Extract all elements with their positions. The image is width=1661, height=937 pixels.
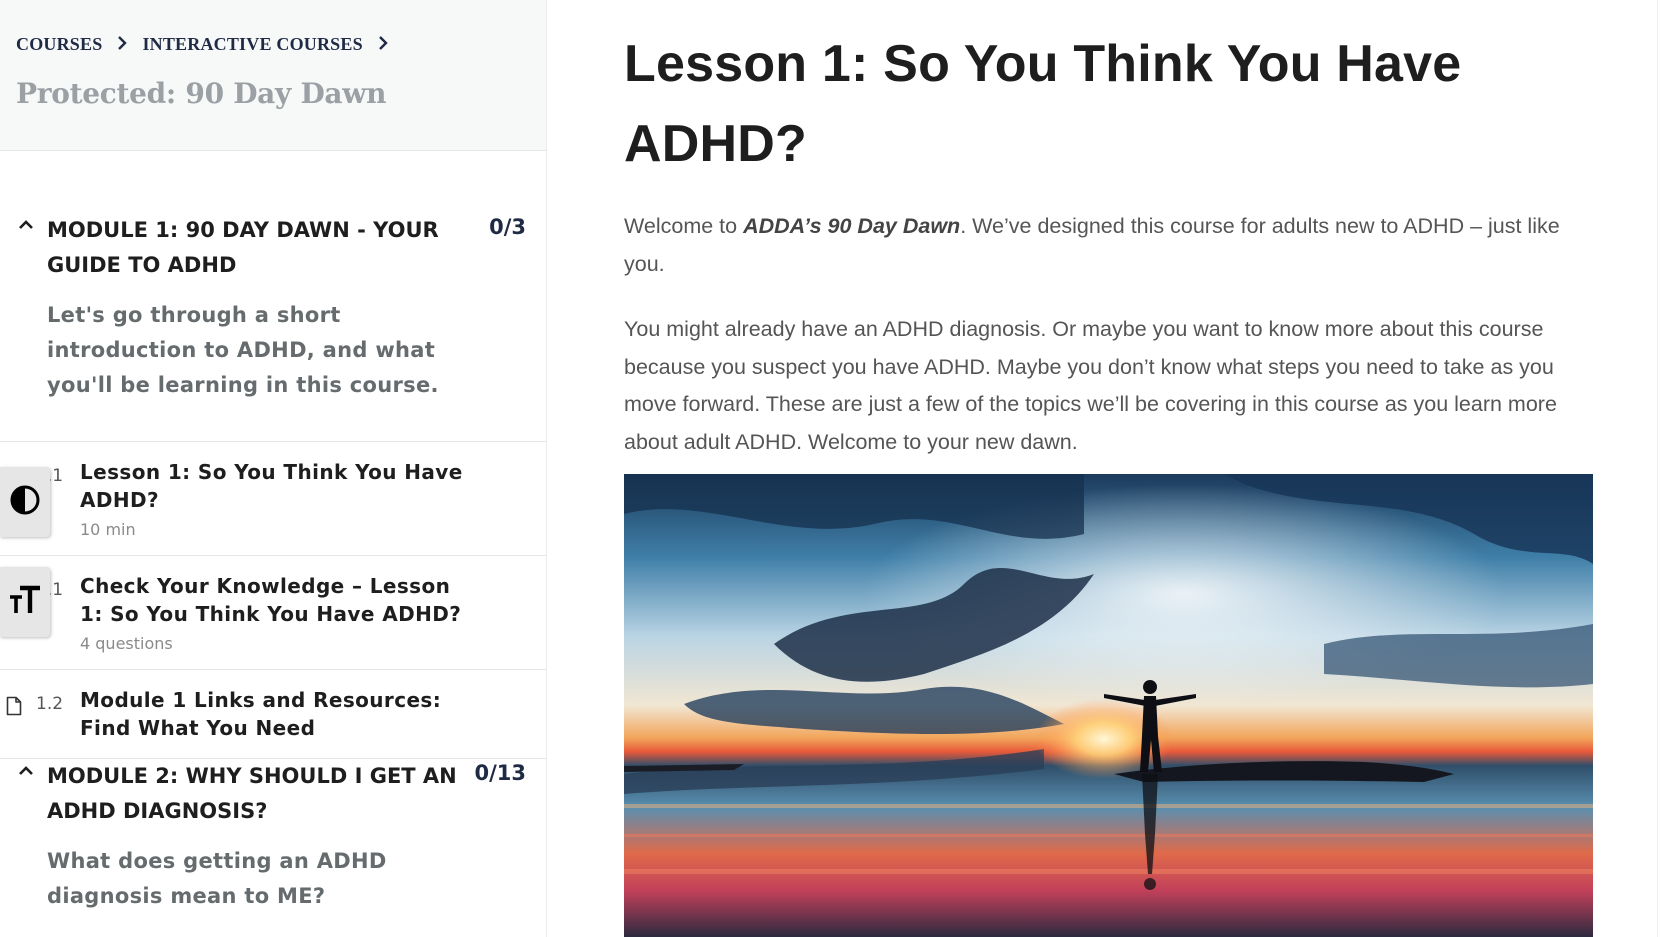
sidebar-header: COURSES INTERACTIVE COURSES Protected: 9… xyxy=(0,0,546,151)
quiz-item-1[interactable]: 1.1 Check Your Knowledge – Lesson 1: So … xyxy=(0,556,546,670)
module-title: MODULE 1: 90 DAY DAWN - YOUR GUIDE TO AD… xyxy=(47,218,439,277)
module-description: Let's go through a short introduction to… xyxy=(47,303,439,397)
lesson-content: Lesson 1: So You Think You Have ADHD? We… xyxy=(624,0,1624,937)
chevron-up-icon[interactable] xyxy=(18,763,34,779)
breadcrumb-interactive-courses-link[interactable]: INTERACTIVE COURSES xyxy=(142,34,362,55)
module-2-header[interactable]: MODULE 2: WHY SHOULD I GET AN ADHD DIAGN… xyxy=(0,759,546,829)
intro-paragraph: Welcome to ADDA’s 90 Day Dawn. We’ve des… xyxy=(624,208,1594,283)
quiz-question-count: 4 questions xyxy=(80,634,173,653)
lesson-title: Module 1 Links and Resources: Find What … xyxy=(80,688,442,740)
lesson-heading: Lesson 1: So You Think You Have ADHD? xyxy=(624,35,1462,173)
module-1-header[interactable]: MODULE 1: 90 DAY DAWN - YOUR GUIDE TO AD… xyxy=(0,213,546,283)
lesson-list: 1.1 Lesson 1: So You Think You Have ADHD… xyxy=(0,441,546,759)
module-progress-count: 0/13 xyxy=(474,761,526,785)
lesson-number: 1.2 xyxy=(36,694,64,714)
module-description: What does getting an ADHD diagnosis mean… xyxy=(47,849,387,908)
module-2: MODULE 2: WHY SHOULD I GET AN ADHD DIAGN… xyxy=(0,759,546,914)
course-sidebar: COURSES INTERACTIVE COURSES Protected: 9… xyxy=(0,0,547,937)
module-progress-count: 0/3 xyxy=(489,215,526,239)
page-divider xyxy=(1657,0,1658,937)
module-title: MODULE 2: WHY SHOULD I GET AN ADHD DIAGN… xyxy=(47,764,457,823)
module-1: MODULE 1: 90 DAY DAWN - YOUR GUIDE TO AD… xyxy=(0,151,546,759)
breadcrumb-courses-link[interactable]: COURSES xyxy=(16,34,102,55)
text-size-icon xyxy=(8,585,42,620)
document-icon xyxy=(6,696,22,716)
contrast-icon xyxy=(9,484,41,521)
intro-text-start: Welcome to xyxy=(624,214,744,238)
lesson-duration: 10 min xyxy=(80,520,136,539)
lesson-title: Lesson 1: So You Think You Have ADHD? xyxy=(80,460,463,512)
chevron-right-icon xyxy=(102,34,142,55)
course-title: Protected: 90 Day Dawn xyxy=(16,77,387,110)
course-name-emphasis: ADDA’s 90 Day Dawn xyxy=(743,214,961,238)
lesson-title: Check Your Knowledge – Lesson 1: So You … xyxy=(80,574,462,626)
lesson-item-1[interactable]: 1.1 Lesson 1: So You Think You Have ADHD… xyxy=(0,442,546,556)
chevron-up-icon[interactable] xyxy=(18,217,34,233)
body-paragraph: You might already have an ADHD diagnosis… xyxy=(624,317,1557,454)
breadcrumb: COURSES INTERACTIVE COURSES xyxy=(16,34,546,55)
lesson-item-resources[interactable]: 1.2 Module 1 Links and Resources: Find W… xyxy=(0,670,546,759)
text-size-button[interactable] xyxy=(0,567,50,637)
contrast-toggle-button[interactable] xyxy=(0,467,50,537)
chevron-right-icon xyxy=(363,34,403,55)
sunrise-silhouette-image xyxy=(624,474,1593,937)
